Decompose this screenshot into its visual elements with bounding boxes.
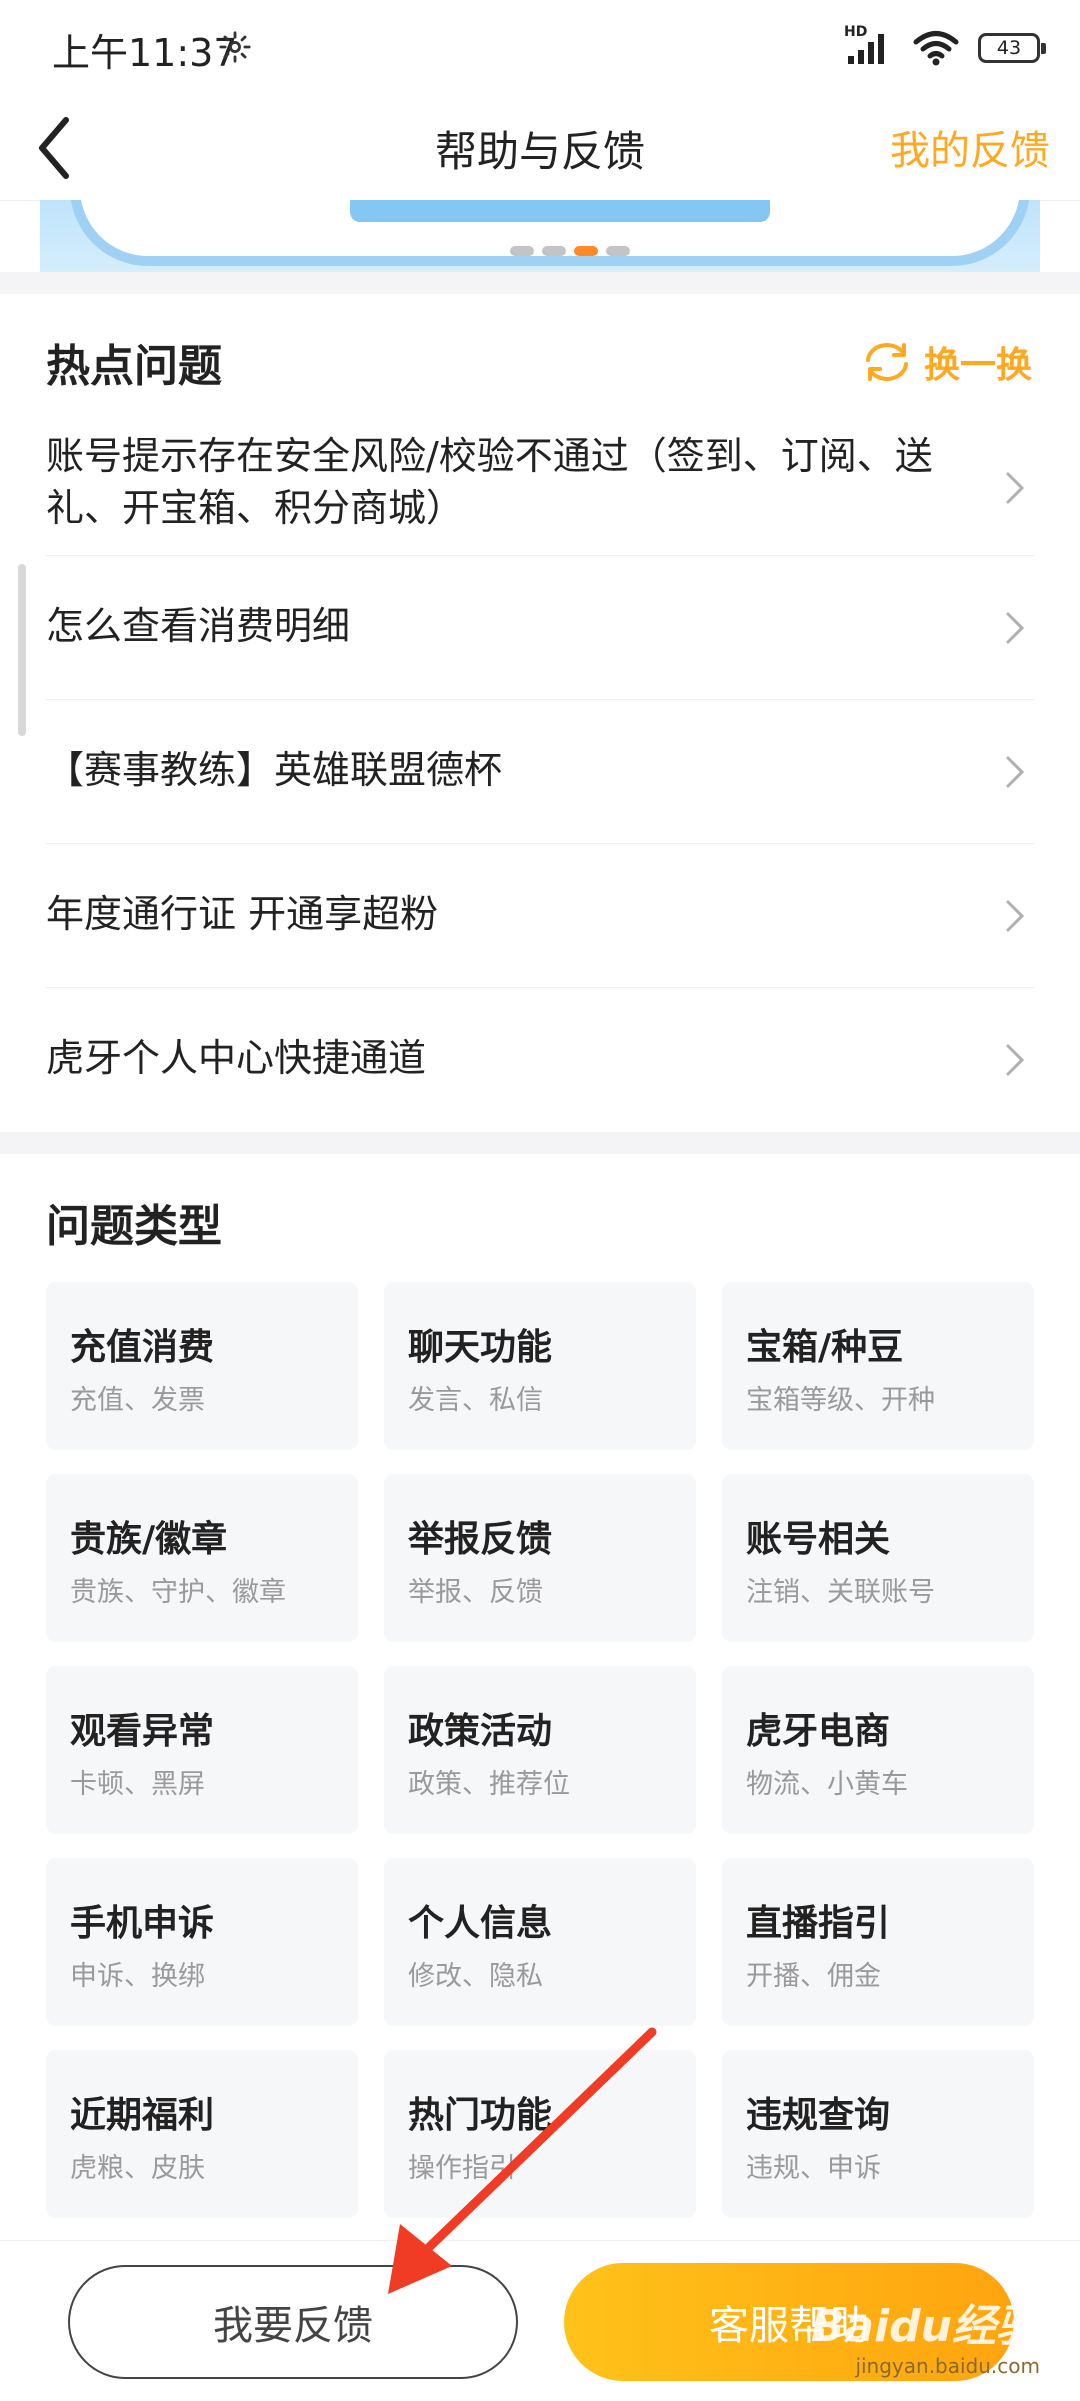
category-card[interactable]: 观看异常 卡顿、黑屏 [46, 1666, 358, 1834]
category-card[interactable]: 手机申诉 申诉、换绑 [46, 1858, 358, 2026]
settings-gear-icon [219, 31, 251, 63]
chevron-right-icon [1006, 612, 1025, 644]
my-feedback-link[interactable]: 我的反馈 [890, 118, 1050, 176]
category-subtitle: 修改、隐私 [408, 1961, 543, 1992]
category-subtitle: 贵族、守护、徽章 [70, 1577, 286, 1608]
banner-title-graphic [350, 200, 770, 222]
category-title: 宝箱/种豆 [746, 1327, 904, 1368]
category-subtitle: 虎粮、皮肤 [70, 2153, 205, 2184]
status-time: 上午11:37 [52, 31, 238, 75]
watermark-url: jingyan.baidu.com [855, 2354, 1040, 2378]
category-title: 个人信息 [408, 1903, 553, 1944]
category-title: 聊天功能 [408, 1327, 553, 1368]
category-card[interactable]: 违规查询 违规、申诉 [722, 2050, 1034, 2218]
category-subtitle: 注销、关联账号 [746, 1577, 935, 1608]
carousel-dot [542, 246, 566, 256]
carousel-dot [510, 246, 534, 256]
carousel-dot-active [574, 246, 598, 256]
category-card[interactable]: 热门功能 操作指引 [384, 2050, 696, 2218]
category-subtitle: 操作指引 [408, 2153, 516, 2184]
category-card[interactable]: 宝箱/种豆 宝箱等级、开种 [722, 1282, 1034, 1450]
category-title: 近期福利 [70, 2095, 215, 2136]
chevron-right-icon [1006, 900, 1025, 932]
chevron-right-icon [1006, 1044, 1025, 1076]
category-subtitle: 卡顿、黑屏 [70, 1769, 205, 1800]
category-subtitle: 申诉、换绑 [70, 1961, 205, 1992]
cell-signal-icon: HD [844, 24, 894, 68]
category-card[interactable]: 政策活动 政策、推荐位 [384, 1666, 696, 1834]
nav-bar: 帮助与反馈 我的反馈 [0, 96, 1080, 201]
category-card[interactable]: 直播指引 开播、佣金 [722, 1858, 1034, 2026]
question-row[interactable]: 年度通行证 开通享超粉 [46, 844, 1034, 988]
battery-icon: 43 [978, 33, 1046, 63]
category-card[interactable]: 贵族/徽章 贵族、守护、徽章 [46, 1474, 358, 1642]
refresh-icon [865, 343, 908, 381]
submit-feedback-button[interactable]: 我要反馈 [68, 2265, 518, 2379]
chevron-right-icon [1006, 756, 1025, 788]
category-card[interactable]: 虎牙电商 物流、小黄车 [722, 1666, 1034, 1834]
question-row[interactable]: 虎牙个人中心快捷通道 [46, 988, 1034, 1132]
category-subtitle: 充值、发票 [70, 1385, 205, 1416]
category-title: 贵族/徽章 [70, 1519, 228, 1560]
hot-questions-title: 热点问题 [46, 341, 222, 392]
category-card[interactable]: 近期福利 虎粮、皮肤 [46, 2050, 358, 2218]
question-types-title: 问题类型 [46, 1201, 222, 1252]
question-text: 年度通行证 开通享超粉 [46, 892, 439, 936]
category-title: 热门功能 [408, 2095, 553, 2136]
category-subtitle: 违规、申诉 [746, 2153, 881, 2184]
refresh-label: 换一换 [923, 345, 1032, 386]
category-subtitle: 宝箱等级、开种 [746, 1385, 935, 1416]
category-card[interactable]: 充值消费 充值、发票 [46, 1282, 358, 1450]
question-row[interactable]: 【赛事教练】英雄联盟德杯 [46, 700, 1034, 844]
category-title: 观看异常 [70, 1711, 215, 1752]
carousel-dot [606, 246, 630, 256]
category-subtitle: 物流、小黄车 [746, 1769, 908, 1800]
category-card[interactable]: 账号相关 注销、关联账号 [722, 1474, 1034, 1642]
chevron-right-icon [1006, 472, 1025, 504]
section-divider [0, 272, 1080, 294]
category-title: 直播指引 [746, 1903, 891, 1944]
category-subtitle: 发言、私信 [408, 1385, 543, 1416]
category-title: 举报反馈 [408, 1519, 553, 1560]
question-row[interactable]: 怎么查看消费明细 [46, 556, 1034, 700]
section-divider [0, 1132, 1080, 1154]
category-title: 政策活动 [408, 1711, 553, 1752]
question-row[interactable]: 账号提示存在安全风险/校验不通过（签到、订阅、送礼、开宝箱、积分商城） [46, 420, 1034, 556]
category-title: 充值消费 [70, 1327, 215, 1368]
watermark-logo: Baidu经验 [810, 2301, 1040, 2352]
refresh-button[interactable]: 换一换 [860, 336, 1032, 388]
scroll-indicator [18, 564, 26, 736]
category-card[interactable]: 聊天功能 发言、私信 [384, 1282, 696, 1450]
question-text: 虎牙个人中心快捷通道 [46, 1036, 427, 1080]
category-card[interactable]: 举报反馈 举报、反馈 [384, 1474, 696, 1642]
category-subtitle: 政策、推荐位 [408, 1769, 570, 1800]
category-title: 手机申诉 [70, 1903, 215, 1944]
status-bar: 上午11:37 HD 43 [0, 0, 1080, 96]
wifi-icon [913, 31, 959, 66]
banner-carousel[interactable] [40, 200, 1040, 272]
category-title: 违规查询 [746, 2095, 891, 2136]
category-subtitle: 举报、反馈 [408, 1577, 543, 1608]
category-card[interactable]: 个人信息 修改、隐私 [384, 1858, 696, 2026]
category-title: 虎牙电商 [746, 1711, 891, 1752]
baidu-watermark: Baidu经验 jingyan.baidu.com [811, 2290, 1040, 2378]
battery-level: 43 [996, 37, 1022, 59]
question-text: 【赛事教练】英雄联盟德杯 [46, 748, 503, 792]
hd-label: HD [844, 24, 868, 40]
category-title: 账号相关 [746, 1519, 891, 1560]
category-subtitle: 开播、佣金 [746, 1961, 881, 1992]
question-text: 怎么查看消费明细 [46, 604, 351, 648]
carousel-indicator [510, 246, 630, 256]
status-icons: HD 43 [844, 24, 1046, 70]
question-text: 账号提示存在安全风险/校验不通过（签到、订阅、送礼、开宝箱、积分商城） [46, 434, 933, 530]
